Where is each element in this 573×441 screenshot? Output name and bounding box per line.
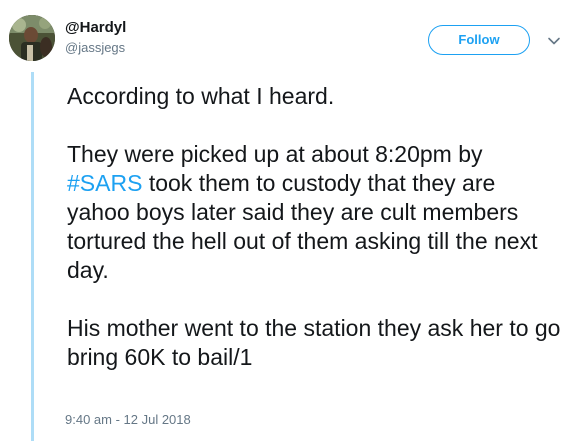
tweet-paragraph-3: His mother went to the station they ask …	[67, 315, 567, 370]
tweet-text: According to what I heard. They were pic…	[67, 82, 562, 372]
follow-button[interactable]: Follow	[428, 25, 530, 55]
chevron-down-icon[interactable]	[546, 33, 562, 49]
hashtag-link[interactable]: #SARS	[67, 170, 142, 196]
tweet-timestamp[interactable]: 9:40 am - 12 Jul 2018	[65, 412, 191, 427]
author-display-name[interactable]: @Hardyl	[65, 19, 126, 37]
tweet-line-1: According to what I heard.	[67, 83, 335, 109]
thread-connector-line	[31, 72, 34, 441]
tweet-paragraph-2-start: They were picked up at about 8:20pm by	[67, 141, 489, 167]
author-handle[interactable]: @jassjegs	[65, 40, 126, 56]
avatar[interactable]	[9, 15, 55, 61]
avatar-image	[9, 15, 55, 61]
tweet-author[interactable]: @Hardyl @jassjegs	[65, 19, 126, 56]
